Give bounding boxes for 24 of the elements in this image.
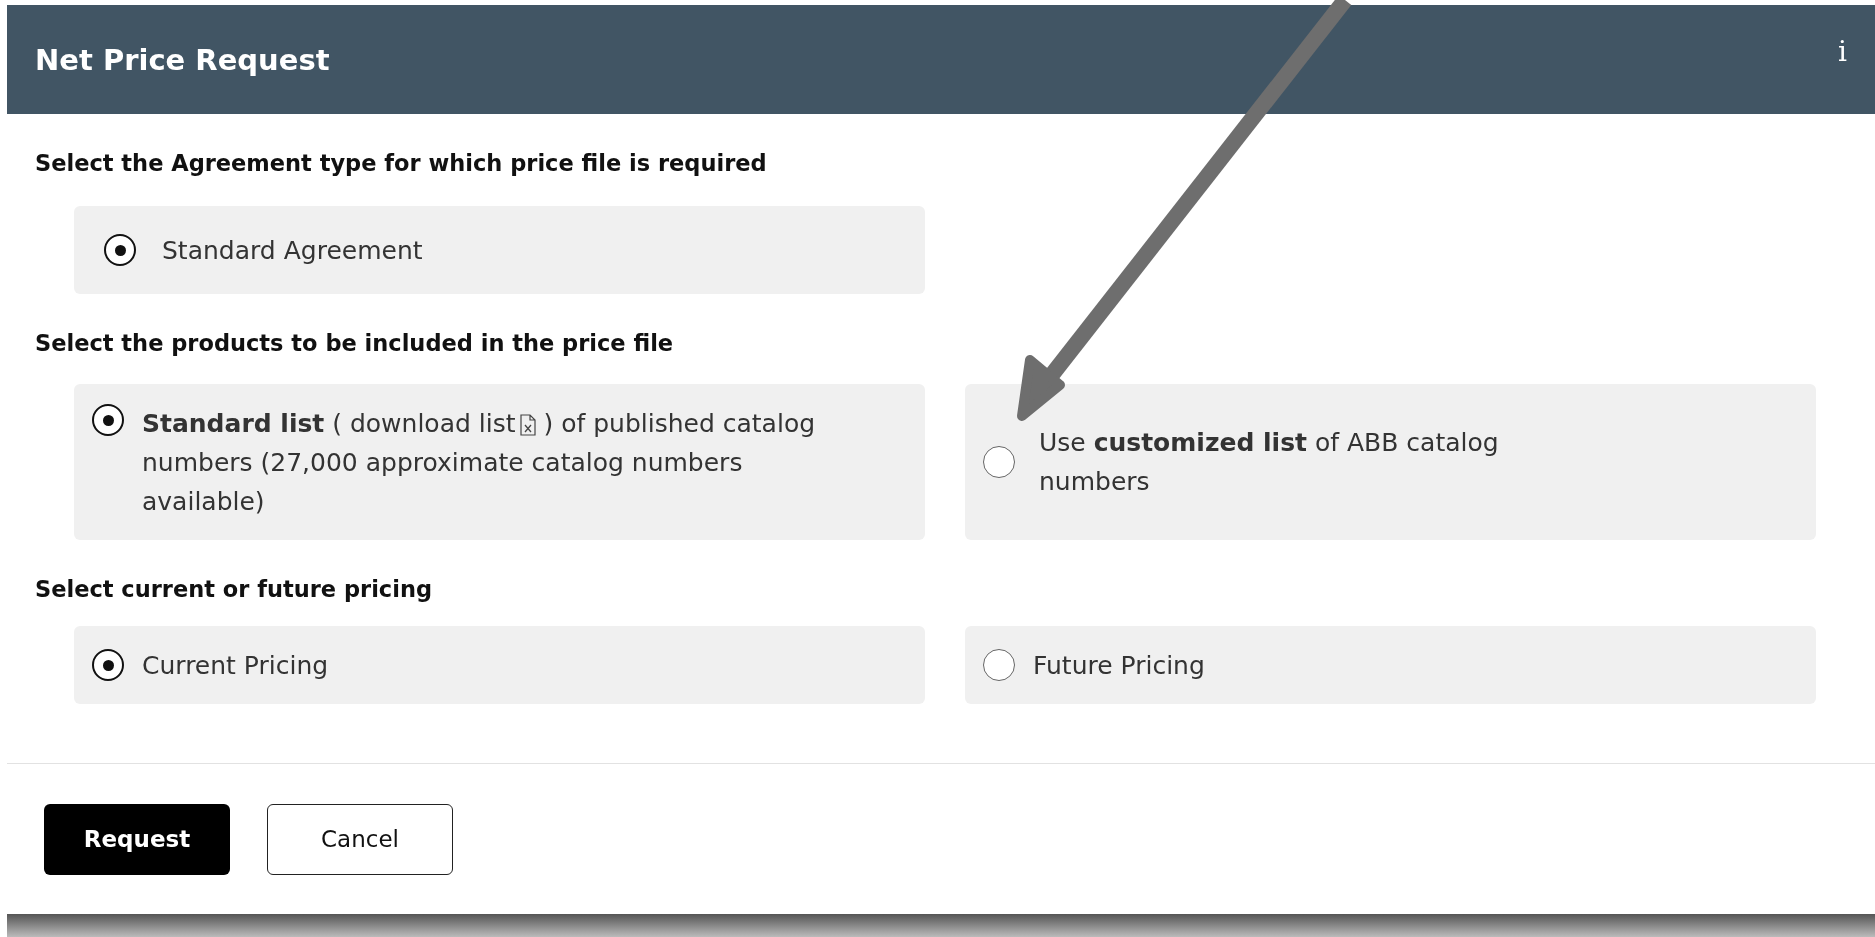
option-label: Use customized list of ABB catalog numbers	[1039, 427, 1500, 498]
spreadsheet-file-icon	[519, 414, 536, 436]
dialog-title: Net Price Request	[35, 42, 330, 77]
radio-button[interactable]	[92, 404, 124, 436]
option-card[interactable]: Future Pricing	[965, 626, 1816, 704]
radio-button[interactable]	[983, 649, 1015, 681]
option-label: Standard list ( download list ) of published catalog numbers (27,000 approximate catalog numbers available)	[142, 408, 817, 518]
option-card[interactable]: Current Pricing	[74, 626, 925, 704]
option-card[interactable]: Standard Agreement	[74, 206, 925, 294]
download-link[interactable]: download list	[349, 409, 536, 438]
info-button[interactable]: i	[1838, 35, 1847, 68]
option-card[interactable]: Standard list ( download list ) of published catalog numbers (27,000 approximate catalog numbers available)	[74, 384, 925, 540]
dialog-button[interactable]: Cancel	[267, 803, 453, 875]
radio-button[interactable]	[104, 234, 136, 266]
option-label: Future Pricing	[1033, 649, 1205, 682]
option-card[interactable]: Use customized list of ABB catalog numbers	[965, 384, 1816, 540]
section-heading: Select the products to be included in the price file	[35, 330, 675, 356]
section-heading: Select current or future pricing	[35, 576, 434, 602]
radio-button[interactable]	[92, 649, 124, 681]
radio-button[interactable]	[983, 446, 1015, 478]
option-label: Current Pricing	[142, 649, 329, 682]
option-label: Standard Agreement	[162, 234, 423, 267]
dialog-button[interactable]: Request	[44, 803, 230, 875]
section-heading: Select the Agreement type for which price file is required	[35, 150, 768, 176]
